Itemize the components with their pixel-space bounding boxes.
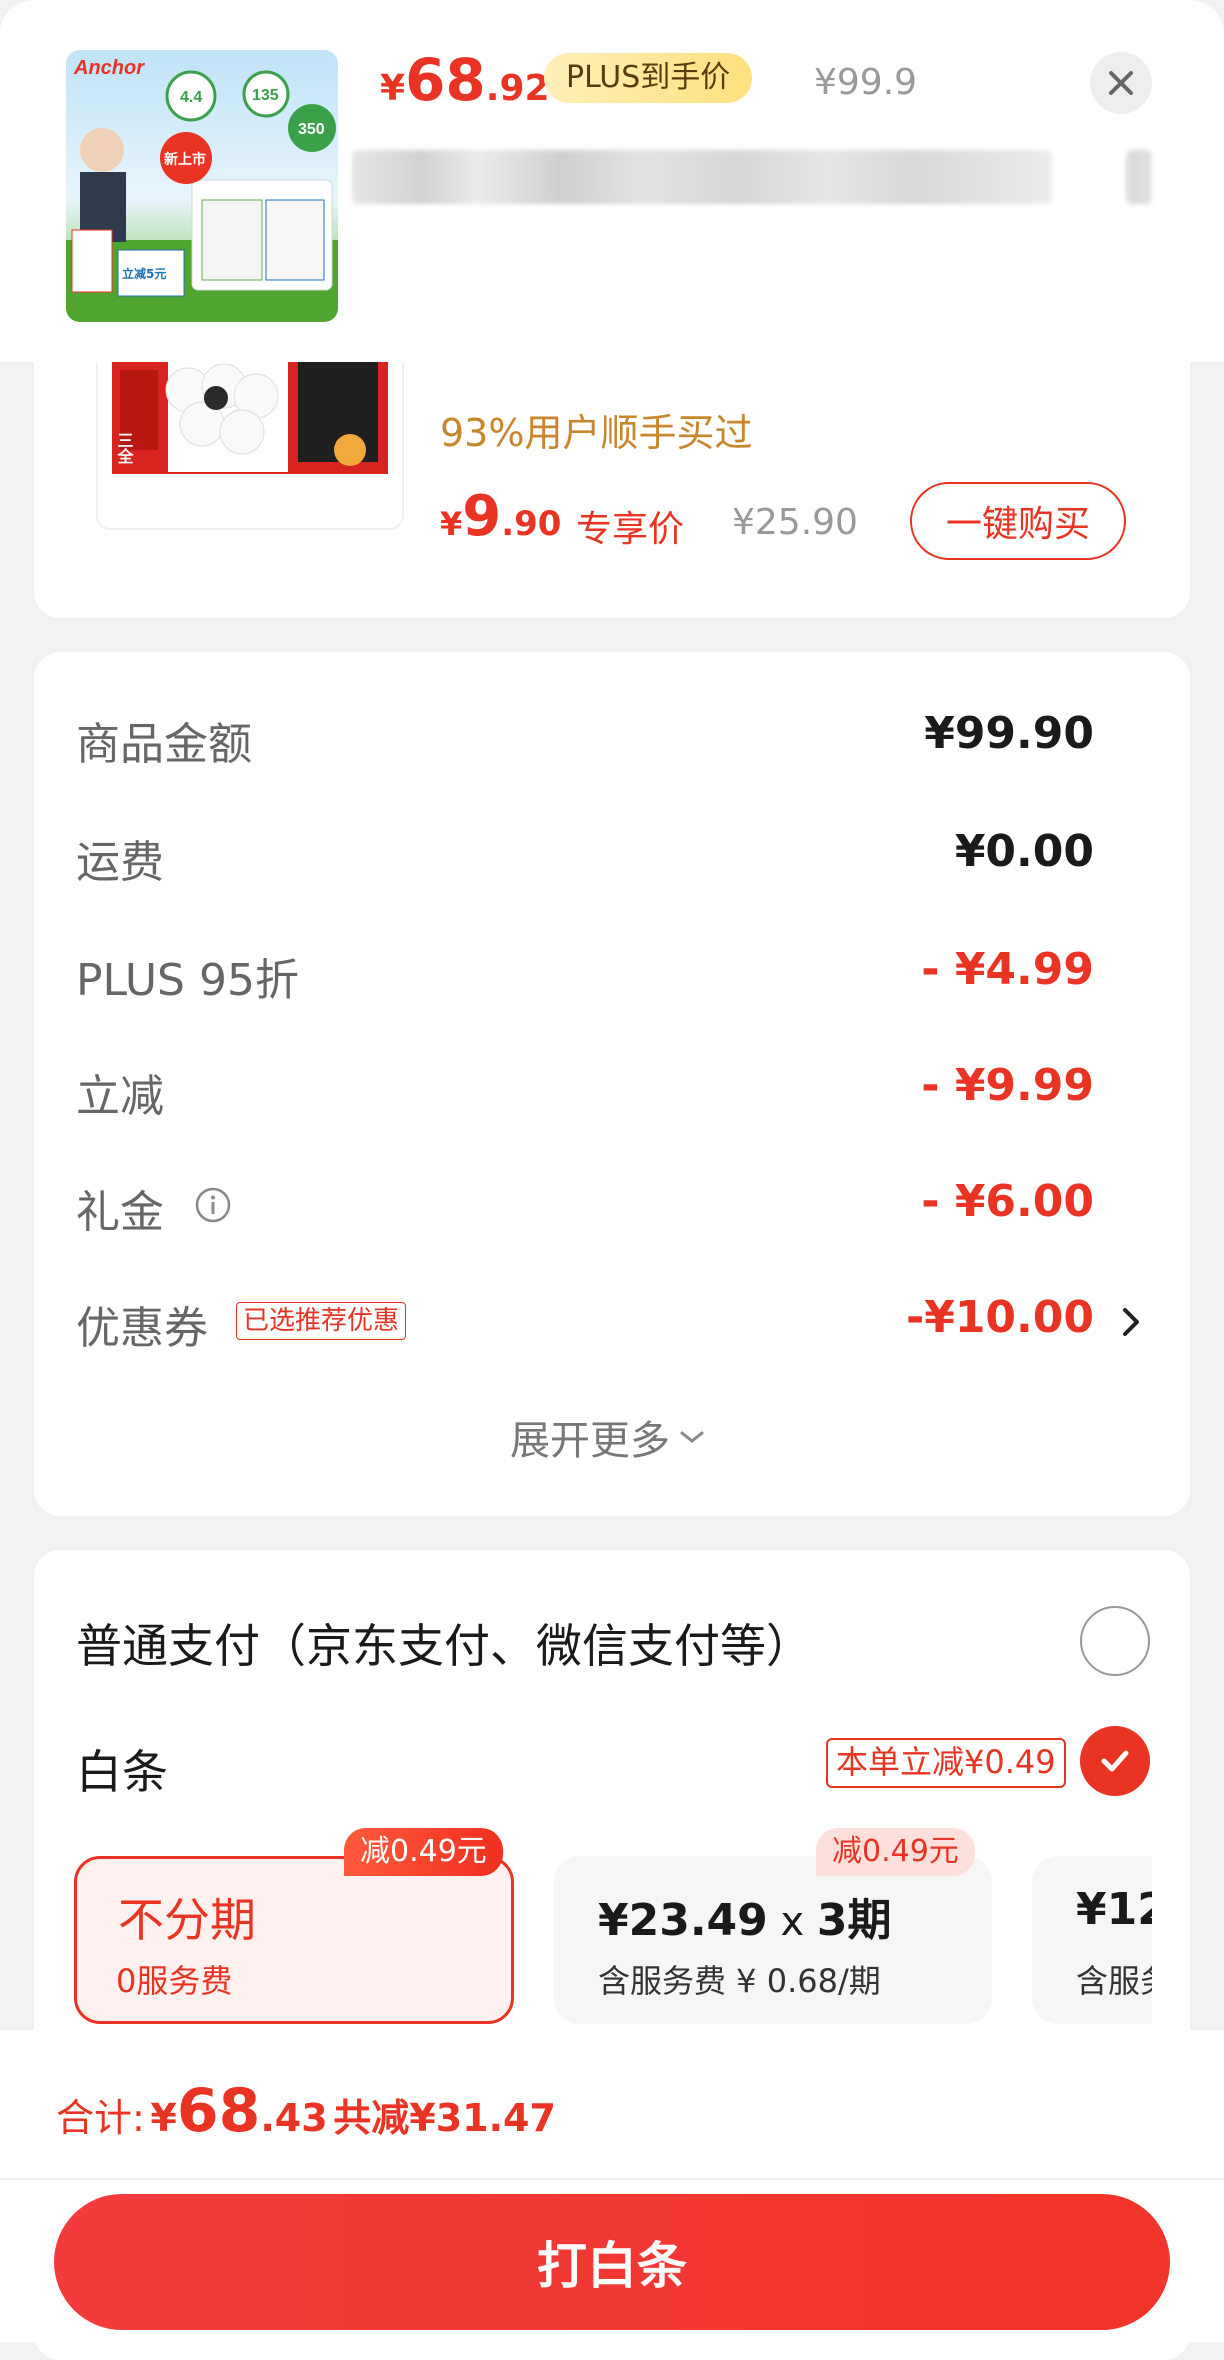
coupon-recommended-tag: 已选推荐优惠 [236, 1302, 407, 1340]
buyers-percentage-text: 93%用户顺手买过 [440, 411, 753, 455]
baitiao-discount-tag: 本单立减¥0.49 [826, 1738, 1066, 1788]
product-thumbnail[interactable]: Anchor 4.4 135 350 新上市 立减5元 [66, 50, 338, 322]
one-click-buy-button[interactable]: 一键购买 [910, 482, 1126, 560]
installment-fee: 0服务费 [116, 1962, 233, 2000]
goods-amount-label: 商品金额 [76, 719, 252, 770]
close-icon [1109, 71, 1133, 95]
pay-with-baitiao-button[interactable]: 打白条 [54, 2194, 1170, 2330]
thumb-badge-350: 350 [298, 121, 325, 138]
shipping-label: 运费 [76, 837, 164, 888]
gift-money-label: 礼金 [76, 1187, 164, 1238]
installment-title: ¥23.49 x 3期 [598, 1895, 892, 1946]
blurred-product-title [352, 150, 1052, 204]
header-original-price: ¥99.9 [814, 62, 918, 103]
installment-title: ¥12 [1076, 1884, 1152, 1935]
svg-text:4.4: 4.4 [180, 89, 202, 106]
installment-fee: 含服务 [1076, 1962, 1152, 2000]
add-on-original-price: ¥25.90 [732, 502, 858, 543]
coupon-label: 优惠券 [76, 1303, 208, 1354]
exclusive-price-label: 专享价 [576, 509, 685, 550]
normal-payment-label[interactable]: 普通支付（京东支付、微信支付等） [76, 1610, 812, 1676]
header-price: ¥68.92 [380, 46, 550, 114]
shipping-value: ¥0.00 [954, 826, 1094, 877]
thumb-badge-new: 新上市 [164, 151, 206, 168]
add-on-product-image[interactable]: 三全 [96, 362, 404, 530]
expand-more-label: 展开更多 [510, 1418, 670, 1464]
plus-price-tag: PLUS到手价 [544, 53, 753, 103]
baitiao-radio-checked[interactable] [1080, 1726, 1150, 1796]
installment-fee: 含服务费 ¥ 0.68/期 [598, 1962, 881, 2000]
svg-text:135: 135 [252, 87, 279, 104]
thumb-promo: 立减5元 [122, 266, 166, 281]
plus-discount-label: PLUS 95折 [76, 955, 299, 1006]
chevron-down-icon [680, 1431, 704, 1443]
info-icon[interactable] [194, 1186, 232, 1224]
thumb-brand: Anchor [73, 57, 145, 79]
gift-money-value: - ¥6.00 [921, 1176, 1094, 1227]
chevron-right-icon[interactable] [1118, 1302, 1146, 1342]
divider [0, 2178, 1224, 2180]
installment-title: 不分期 [118, 1893, 256, 1947]
pack-label: 三全 [115, 432, 135, 464]
order-total: 合计: ¥68.43 共减¥31.47 [56, 2076, 556, 2146]
baitiao-label[interactable]: 白条 [76, 1736, 168, 1802]
close-button[interactable] [1090, 52, 1152, 114]
blurred-product-title-end [1126, 150, 1152, 204]
expand-more-button[interactable]: 展开更多 [510, 1408, 706, 1466]
instant-reduction-value: - ¥9.99 [921, 1060, 1094, 1111]
plus-discount-value: - ¥4.99 [921, 944, 1094, 995]
normal-payment-radio[interactable] [1080, 1606, 1150, 1676]
coupon-value[interactable]: -¥10.00 [906, 1292, 1094, 1343]
check-icon [1101, 1750, 1129, 1772]
goods-amount-value: ¥99.90 [924, 708, 1094, 759]
total-saved: 共减¥31.47 [333, 2096, 556, 2140]
installment-badge: 减0.49元 [344, 1828, 503, 1876]
add-on-price: ¥9.90 [440, 484, 562, 549]
installment-badge: 减0.49元 [816, 1828, 975, 1876]
instant-reduction-label: 立减 [76, 1071, 164, 1122]
